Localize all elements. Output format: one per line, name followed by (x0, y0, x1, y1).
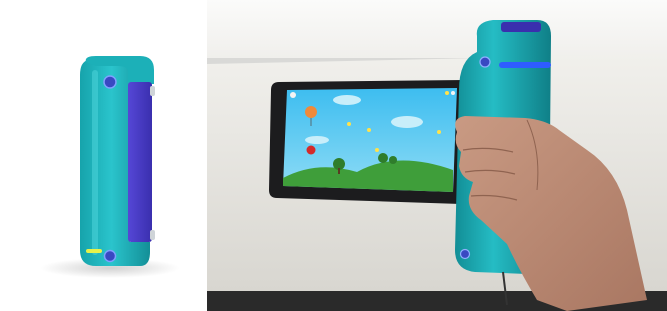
tree-icon (389, 156, 397, 164)
star-icon (347, 122, 351, 126)
star-icon (375, 148, 379, 152)
bottom-button-icon (103, 249, 117, 263)
top-button-icon (103, 75, 117, 89)
device-top-panel (501, 22, 541, 32)
device-product-illustration (40, 56, 180, 278)
top-button-icon (479, 56, 491, 68)
player-character-icon (306, 145, 316, 155)
star-icon (437, 130, 441, 134)
tree-trunk (338, 168, 340, 174)
device-product-photo (0, 0, 207, 311)
screen-menu-icon (290, 92, 296, 98)
cloud-icon (305, 136, 329, 144)
photo-collage (0, 0, 667, 311)
side-clip-top (150, 86, 155, 96)
bottom-button-icon (459, 248, 471, 260)
cloud-icon (333, 95, 361, 105)
blue-led-ring (499, 62, 551, 68)
wall (207, 0, 667, 58)
yellow-led (86, 249, 102, 253)
cloud-icon (391, 116, 423, 128)
side-clip-bottom (150, 230, 155, 240)
screen-status-icon (451, 91, 455, 95)
balloon-icon (305, 106, 317, 118)
device-highlight (92, 70, 98, 255)
tree-icon (378, 153, 388, 163)
screen-status-icon (445, 91, 449, 95)
star-icon (367, 128, 371, 132)
tablet (269, 80, 473, 204)
device-purple-panel (128, 82, 152, 242)
scene-illustration (207, 0, 667, 311)
device-in-use-photo (207, 0, 667, 311)
